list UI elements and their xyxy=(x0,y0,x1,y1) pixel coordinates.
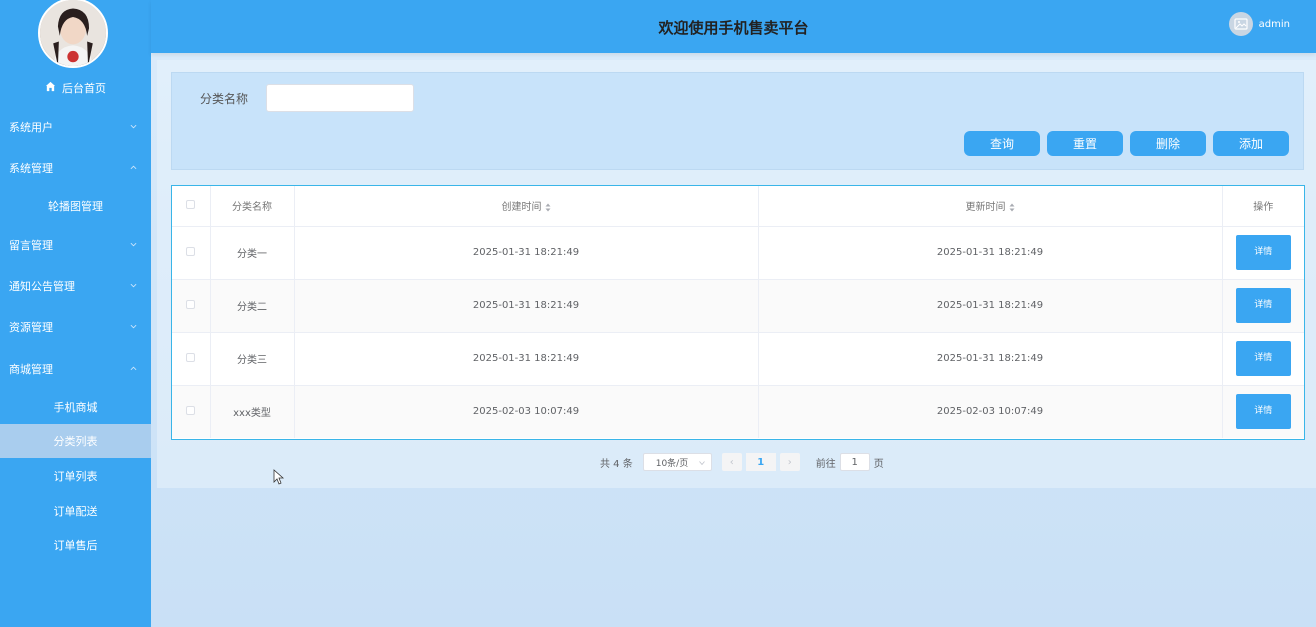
page-title: 欢迎使用手机售卖平台 xyxy=(658,19,809,37)
sort-icon[interactable] xyxy=(1009,203,1015,212)
chevron-down-icon xyxy=(698,460,705,466)
category-name-input[interactable] xyxy=(266,84,414,112)
next-page-button[interactable]: › xyxy=(779,453,800,471)
chevron-up-icon xyxy=(130,164,137,171)
delete-button[interactable]: 删除 xyxy=(1130,131,1206,156)
sidebar-item-label: 手机商城 xyxy=(53,401,98,414)
detail-button[interactable]: 详情 xyxy=(1235,341,1291,376)
sort-icon[interactable] xyxy=(545,203,551,212)
table-row: 分类三 2025-01-31 18:21:49 2025-01-31 18:21… xyxy=(172,332,1304,386)
cell-updated: 2025-01-31 18:21:49 xyxy=(758,279,1223,333)
sidebar-item-order-delivery[interactable]: 订单配送 xyxy=(0,494,151,528)
sidebar-item-carousel[interactable]: 轮播图管理 xyxy=(0,189,151,223)
cell-updated: 2025-02-03 10:07:49 xyxy=(758,385,1223,438)
prev-page-button[interactable]: ‹ xyxy=(721,453,742,471)
sidebar-group-system-users[interactable]: 系统用户 xyxy=(0,107,151,147)
column-header-actions: 操作 xyxy=(1222,186,1304,227)
sidebar-group-system-management[interactable]: 系统管理 xyxy=(0,148,151,188)
cell-name: 分类一 xyxy=(210,226,295,280)
category-name-label: 分类名称 xyxy=(200,92,249,106)
page-size-select[interactable]: 10条/页 xyxy=(642,453,712,471)
table-row: xxx类型 2025-02-03 10:07:49 2025-02-03 10:… xyxy=(172,385,1304,438)
goto-page-input[interactable]: 1 xyxy=(839,453,870,471)
sidebar-item-label: 订单配送 xyxy=(53,505,98,518)
reset-button[interactable]: 重置 xyxy=(1047,131,1123,156)
user-menu[interactable]: admin xyxy=(1228,12,1290,36)
home-icon xyxy=(45,81,56,95)
cell-created: 2025-01-31 18:21:49 xyxy=(294,226,759,280)
column-header-updated[interactable]: 更新时间 xyxy=(758,186,1223,227)
sidebar-item-label: 后台首页 xyxy=(62,82,106,95)
page-number-1[interactable]: 1 xyxy=(745,453,776,471)
sidebar-group-label: 系统用户 xyxy=(9,121,53,134)
goto-page: 前往 1 页 xyxy=(816,453,884,471)
sidebar-item-phone-mall[interactable]: 手机商城 xyxy=(0,390,151,424)
column-header-created[interactable]: 创建时间 xyxy=(294,186,759,227)
sidebar-item-order-list[interactable]: 订单列表 xyxy=(0,459,151,493)
chevron-down-icon xyxy=(130,123,137,130)
pagination: 共 4 条 10条/页 ‹ 1 › 前往 1 页 xyxy=(600,453,884,471)
sidebar-group-label: 系统管理 xyxy=(9,162,53,175)
cell-updated: 2025-01-31 18:21:49 xyxy=(758,332,1223,386)
username: admin xyxy=(1258,18,1290,30)
sidebar-item-label: 轮播图管理 xyxy=(48,200,103,213)
sidebar-item-category-list[interactable]: 分类列表 xyxy=(0,424,151,458)
select-all-checkbox[interactable] xyxy=(186,199,196,209)
row-checkbox[interactable] xyxy=(186,299,196,309)
cell-name: xxx类型 xyxy=(210,385,295,438)
column-header-name: 分类名称 xyxy=(210,186,295,227)
sidebar-group-mall[interactable]: 商城管理 xyxy=(0,349,151,389)
sidebar-item-label: 订单售后 xyxy=(53,539,98,552)
cell-updated: 2025-01-31 18:21:49 xyxy=(758,226,1223,280)
chevron-down-icon xyxy=(130,323,137,330)
table-row: 分类二 2025-01-31 18:21:49 2025-01-31 18:21… xyxy=(172,279,1304,333)
avatar xyxy=(38,0,108,68)
table-row: 分类一 2025-01-31 18:21:49 2025-01-31 18:21… xyxy=(172,226,1304,280)
select-all-cell xyxy=(172,186,211,227)
chevron-down-icon xyxy=(130,282,137,289)
sidebar-group-resources[interactable]: 资源管理 xyxy=(0,307,151,347)
cell-created: 2025-01-31 18:21:49 xyxy=(294,279,759,333)
table-header-row: 分类名称 创建时间 更新时间 操作 xyxy=(172,186,1304,227)
sidebar-item-home[interactable]: 后台首页 xyxy=(0,78,151,98)
sidebar-item-after-sales[interactable]: 订单售后 xyxy=(0,528,151,562)
sidebar-item-label: 分类列表 xyxy=(53,435,98,448)
add-button[interactable]: 添加 xyxy=(1213,131,1289,156)
chevron-down-icon xyxy=(130,241,137,248)
row-checkbox[interactable] xyxy=(186,246,196,256)
sidebar-group-label: 商城管理 xyxy=(9,363,53,376)
sidebar: 后台首页 系统用户 系统管理 轮播图管理 留言管理 通知公告管理 资源管理 商城… xyxy=(0,0,151,627)
chevron-up-icon xyxy=(130,365,137,372)
detail-button[interactable]: 详情 xyxy=(1235,288,1291,323)
detail-button[interactable]: 详情 xyxy=(1235,235,1291,270)
sidebar-group-label: 留言管理 xyxy=(9,239,53,252)
top-header: 欢迎使用手机售卖平台 admin xyxy=(151,0,1316,53)
mouse-cursor-icon xyxy=(273,469,285,485)
category-table: 分类名称 创建时间 更新时间 操作 分类一 2025-01-31 18:21:4… xyxy=(171,185,1305,440)
detail-button[interactable]: 详情 xyxy=(1235,394,1291,430)
sidebar-item-label: 订单列表 xyxy=(53,470,98,483)
sidebar-group-label: 通知公告管理 xyxy=(9,280,75,293)
row-checkbox[interactable] xyxy=(186,405,196,415)
cell-name: 分类二 xyxy=(210,279,295,333)
cell-created: 2025-01-31 18:21:49 xyxy=(294,332,759,386)
sidebar-group-notices[interactable]: 通知公告管理 xyxy=(0,266,151,306)
user-avatar-icon xyxy=(1228,12,1253,36)
sidebar-group-messages[interactable]: 留言管理 xyxy=(0,225,151,265)
sidebar-group-label: 资源管理 xyxy=(9,321,53,334)
cell-name: 分类三 xyxy=(210,332,295,386)
total-count: 共 4 条 xyxy=(600,458,633,470)
cell-created: 2025-02-03 10:07:49 xyxy=(294,385,759,438)
query-button[interactable]: 查询 xyxy=(964,131,1040,156)
row-checkbox[interactable] xyxy=(186,352,196,362)
